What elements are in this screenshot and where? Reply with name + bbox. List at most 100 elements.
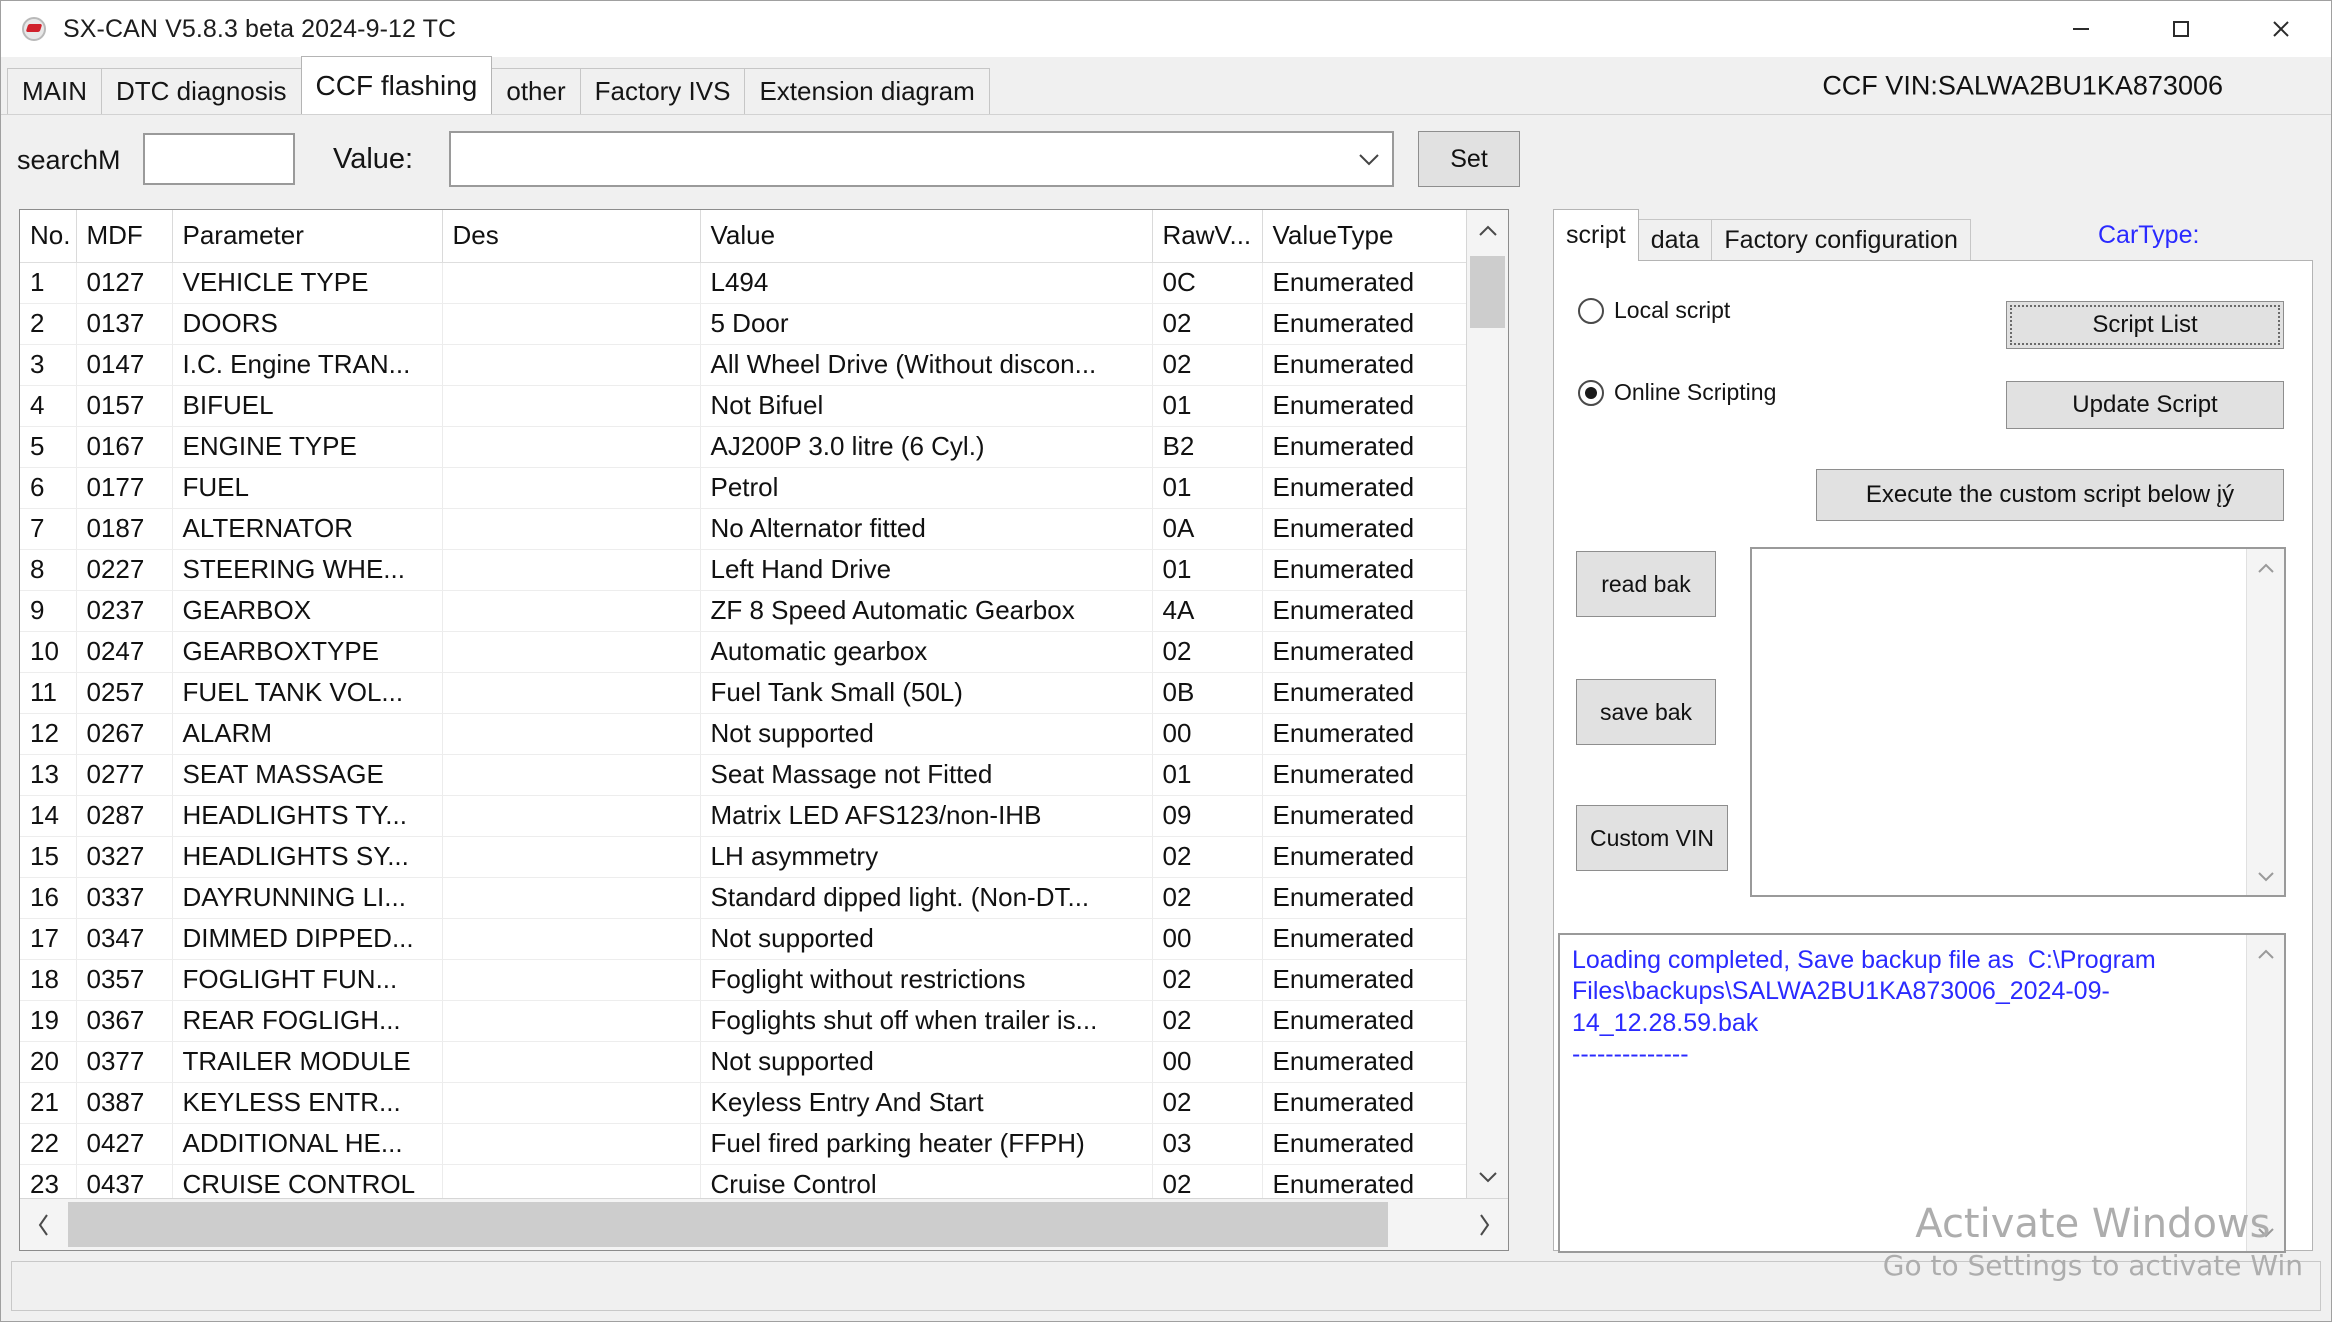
read-bak-button[interactable]: read bak: [1576, 551, 1716, 617]
custom-vin-button[interactable]: Custom VIN: [1576, 805, 1728, 871]
log-scrollbar[interactable]: [2246, 935, 2284, 1251]
cell-parameter: FUEL: [172, 467, 443, 509]
cell-rawvalue: 02: [1152, 1000, 1263, 1042]
custom-script-textarea[interactable]: [1752, 549, 2246, 895]
cell-des: [442, 836, 701, 878]
tab-data[interactable]: data: [1637, 219, 1713, 261]
cell-valuetype: Enumerated: [1262, 426, 1466, 468]
cell-valuetype: Enumerated: [1262, 1082, 1466, 1124]
cell-valuetype: Enumerated: [1262, 754, 1466, 796]
app-logo-icon: [19, 14, 49, 44]
execute-custom-script-button[interactable]: Execute the custom script below įý: [1816, 469, 2284, 521]
cell-no: 11: [20, 672, 77, 714]
table-row[interactable]: 17 0347 DIMMED DIPPED... Not supported 00 Enu…: [20, 918, 1466, 960]
column-header-mdf[interactable]: MDF: [76, 210, 173, 263]
cell-no: 8: [20, 549, 77, 591]
cell-parameter: SEAT MASSAGE: [172, 754, 443, 796]
table-row[interactable]: 15 0327 HEADLIGHTS SY... LH asymmetry 02 Enum…: [20, 836, 1466, 878]
cell-rawvalue: B2: [1152, 426, 1263, 468]
table-row[interactable]: 8 0227 STEERING WHE... Left Hand Drive 01 Enu…: [20, 549, 1466, 591]
table-row[interactable]: 22 0427 ADDITIONAL HE... Fuel fired parking…: [20, 1123, 1466, 1165]
table-row[interactable]: 2 0137 DOORS 5 Door 02 Enumerated: [20, 303, 1466, 345]
vertical-scroll-thumb[interactable]: [1470, 256, 1505, 328]
update-script-button[interactable]: Update Script: [2006, 381, 2284, 429]
tab-script[interactable]: script: [1553, 209, 1639, 261]
table-row[interactable]: 12 0267 ALARM Not supported 00 Enumerated: [20, 713, 1466, 755]
cell-no: 20: [20, 1041, 77, 1083]
table-row[interactable]: 21 0387 KEYLESS ENTR... Keyless Entry And S…: [20, 1082, 1466, 1124]
log-scroll-down-icon[interactable]: [2247, 1213, 2284, 1251]
local-script-radio-row[interactable]: Local script: [1578, 297, 1730, 324]
cell-mdf: 0327: [76, 836, 173, 878]
save-bak-button[interactable]: save bak: [1576, 679, 1716, 745]
tab-main[interactable]: MAIN: [7, 68, 102, 114]
cell-no: 16: [20, 877, 77, 919]
cell-mdf: 0347: [76, 918, 173, 960]
column-header-no[interactable]: No.: [20, 210, 77, 263]
table-row[interactable]: 20 0377 TRAILER MODULE Not supported 00 Enume…: [20, 1041, 1466, 1083]
cell-parameter: I.C. Engine TRAN...: [172, 344, 443, 386]
tab-extension-diagram[interactable]: Extension diagram: [744, 68, 990, 114]
table-row[interactable]: 4 0157 BIFUEL Not Bifuel 01 Enumerated: [20, 385, 1466, 427]
set-button[interactable]: Set: [1418, 131, 1520, 187]
column-header-des[interactable]: Des: [442, 210, 701, 263]
scroll-down-icon[interactable]: [1467, 1156, 1508, 1198]
table-row[interactable]: 5 0167 ENGINE TYPE AJ200P 3.0 litre (6 Cyl.…: [20, 426, 1466, 468]
cell-no: 23: [20, 1164, 77, 1198]
horizontal-scroll-thumb[interactable]: [68, 1202, 1388, 1247]
table-row[interactable]: 9 0237 GEARBOX ZF 8 Speed Automatic Gearbox…: [20, 590, 1466, 632]
tab-dtc-diagnosis[interactable]: DTC diagnosis: [101, 68, 302, 114]
table-row[interactable]: 16 0337 DAYRUNNING LI... Standard dipped li…: [20, 877, 1466, 919]
table-row[interactable]: 3 0147 I.C. Engine TRAN... All Wheel Drive …: [20, 344, 1466, 386]
cell-no: 18: [20, 959, 77, 1001]
log-scroll-up-icon[interactable]: [2247, 935, 2284, 973]
table-row[interactable]: 23 0437 CRUISE CONTROL Cruise Control 02 Enum…: [20, 1164, 1466, 1198]
online-scripting-radio[interactable]: [1578, 379, 1604, 406]
table-row[interactable]: 14 0287 HEADLIGHTS TY... Matrix LED AFS123/…: [20, 795, 1466, 837]
table-row[interactable]: 6 0177 FUEL Petrol 01 Enumerated: [20, 467, 1466, 509]
search-input[interactable]: [143, 133, 295, 185]
title-bar: SX-CAN V5.8.3 beta 2024-9-12 TC: [1, 1, 2331, 57]
scroll-left-icon[interactable]: [20, 1212, 68, 1238]
table-vertical-scrollbar[interactable]: [1466, 210, 1508, 1198]
table-row[interactable]: 18 0357 FOGLIGHT FUN... Foglight without re…: [20, 959, 1466, 1001]
cell-rawvalue: 00: [1152, 713, 1263, 755]
cell-rawvalue: 00: [1152, 918, 1263, 960]
column-header-rawvalue[interactable]: RawV...: [1152, 210, 1263, 263]
script-list-button[interactable]: Script List: [2006, 301, 2284, 349]
value-combobox[interactable]: [449, 131, 1394, 187]
maximize-icon[interactable]: [2131, 1, 2231, 57]
close-icon[interactable]: [2231, 1, 2331, 57]
cell-mdf: 0147: [76, 344, 173, 386]
script-textarea-scrollbar[interactable]: [2246, 549, 2284, 895]
table-row[interactable]: 13 0277 SEAT MASSAGE Seat Massage not Fitte…: [20, 754, 1466, 796]
column-header-parameter[interactable]: Parameter: [172, 210, 443, 263]
column-header-value[interactable]: Value: [700, 210, 1153, 263]
horizontal-scroll-track[interactable]: [68, 1199, 1460, 1250]
table-row[interactable]: 11 0257 FUEL TANK VOL... Fuel Tank Small (5…: [20, 672, 1466, 714]
scroll-up-icon[interactable]: [1467, 210, 1508, 252]
script-scroll-down-icon[interactable]: [2247, 857, 2284, 895]
scroll-right-icon[interactable]: [1460, 1212, 1508, 1238]
table-row[interactable]: 19 0367 REAR FOGLIGH... Foglights shut off …: [20, 1000, 1466, 1042]
cell-value: AJ200P 3.0 litre (6 Cyl.): [700, 426, 1153, 468]
cell-parameter: GEARBOXTYPE: [172, 631, 443, 673]
online-scripting-radio-row[interactable]: Online Scripting: [1578, 379, 1776, 406]
table-row[interactable]: 1 0127 VEHICLE TYPE L494 0C Enumerated: [20, 262, 1466, 304]
tab-factory-ivs[interactable]: Factory IVS: [579, 68, 746, 114]
table-horizontal-scrollbar[interactable]: [20, 1198, 1508, 1250]
local-script-label: Local script: [1614, 297, 1731, 323]
cell-value: All Wheel Drive (Without discon...: [700, 344, 1153, 386]
minimize-icon[interactable]: [2031, 1, 2131, 57]
tab-ccf-flashing[interactable]: CCF flashing: [300, 56, 493, 114]
tab-factory-configuration[interactable]: Factory configuration: [1711, 219, 1971, 261]
cell-rawvalue: 4A: [1152, 590, 1263, 632]
cell-valuetype: Enumerated: [1262, 959, 1466, 1001]
table-row[interactable]: 7 0187 ALTERNATOR No Alternator fitted 0A Enu…: [20, 508, 1466, 550]
table-row[interactable]: 10 0247 GEARBOXTYPE Automatic gearbox 02 Enum…: [20, 631, 1466, 673]
tab-other[interactable]: other: [491, 68, 581, 114]
chevron-down-icon: [1346, 151, 1392, 167]
local-script-radio[interactable]: [1578, 297, 1604, 324]
script-scroll-up-icon[interactable]: [2247, 549, 2284, 587]
column-header-valuetype[interactable]: ValueType: [1262, 210, 1466, 263]
